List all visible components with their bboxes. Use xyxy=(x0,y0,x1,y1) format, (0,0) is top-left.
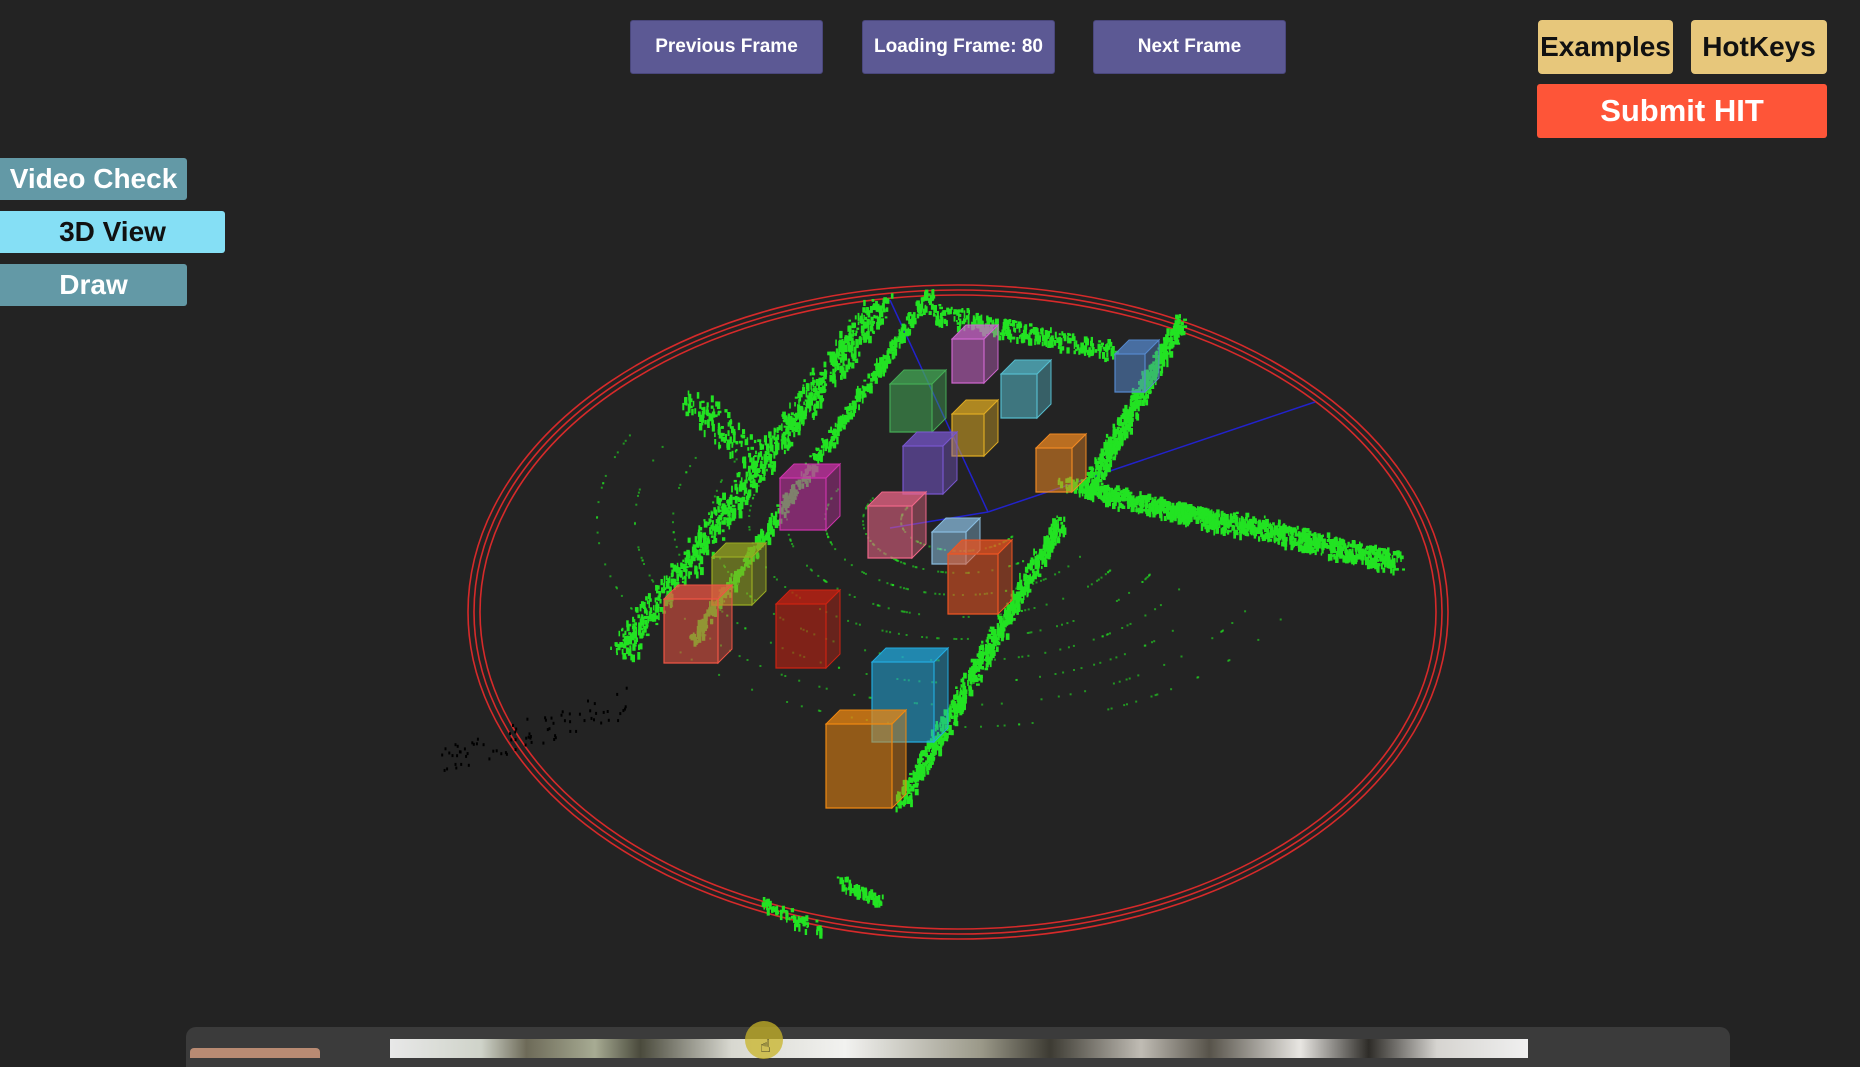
bounding-box[interactable] xyxy=(778,462,842,532)
bounding-boxes xyxy=(662,323,1161,810)
bounding-box[interactable] xyxy=(866,490,928,560)
loading-frame-indicator: Loading Frame: 80 xyxy=(862,20,1055,74)
submit-hit-button[interactable]: Submit HIT xyxy=(1537,84,1827,138)
video-check-tab[interactable]: Video Check xyxy=(0,158,187,200)
bounding-box[interactable] xyxy=(946,538,1014,616)
next-frame-button[interactable]: Next Frame xyxy=(1093,20,1286,74)
camera-thumbnail-strip[interactable] xyxy=(390,1039,1528,1058)
point-cloud-viewport[interactable] xyxy=(0,0,1860,1058)
timeline-handle[interactable] xyxy=(190,1048,320,1058)
bounding-box[interactable] xyxy=(950,323,1000,385)
hand-cursor-icon: ☝ xyxy=(760,1036,771,1056)
bounding-box[interactable] xyxy=(950,398,1000,458)
bounding-box[interactable] xyxy=(888,368,948,434)
draw-tab[interactable]: Draw xyxy=(0,264,187,306)
bounding-box[interactable] xyxy=(999,358,1053,420)
bounding-box[interactable] xyxy=(774,588,842,670)
hotkeys-button[interactable]: HotKeys xyxy=(1691,20,1827,74)
bounding-box[interactable] xyxy=(662,583,734,665)
examples-button[interactable]: Examples xyxy=(1538,20,1673,74)
bounding-box[interactable] xyxy=(824,708,908,810)
bounding-box[interactable] xyxy=(1034,432,1088,494)
previous-frame-button[interactable]: Previous Frame xyxy=(630,20,823,74)
bounding-box[interactable] xyxy=(1113,338,1161,394)
bounding-box[interactable] xyxy=(901,430,959,496)
3d-view-tab[interactable]: 3D View xyxy=(0,211,225,253)
